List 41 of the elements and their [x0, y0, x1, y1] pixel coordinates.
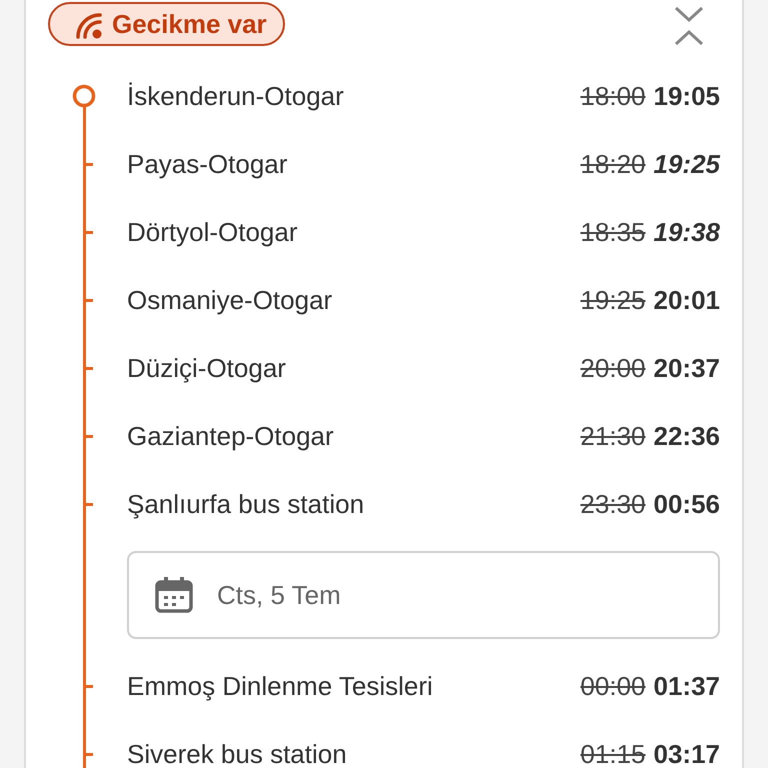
stop-tick — [83, 231, 93, 234]
scheduled-time: 19:25 — [580, 284, 646, 316]
stop-tick — [83, 435, 93, 438]
delay-badge: Gecikme var — [48, 2, 285, 46]
stop-tick — [83, 367, 93, 370]
actual-time: 19:05 — [654, 80, 720, 112]
estimated-time: 19:38 — [654, 216, 720, 248]
actual-time: 20:01 — [654, 284, 720, 316]
calendar-icon — [155, 577, 193, 613]
actual-time: 20:37 — [654, 352, 720, 384]
stop-name: Siverek bus station — [127, 738, 348, 768]
scheduled-time: 01:15 — [580, 738, 646, 768]
scheduled-time: 20:00 — [580, 352, 646, 384]
actual-time: 01:37 — [654, 670, 720, 702]
stop-tick — [83, 299, 93, 302]
actual-time: 22:36 — [654, 420, 720, 452]
scheduled-time: 18:00 — [580, 80, 646, 112]
stop-tick — [83, 685, 93, 688]
origin-marker-icon — [72, 84, 96, 108]
stop-name: Osmaniye-Otogar — [127, 284, 334, 316]
actual-time: 00:56 — [654, 488, 720, 520]
stop-name: Dörtyol-Otogar — [127, 216, 298, 248]
collapse-button[interactable] — [674, 6, 704, 46]
stop-tick — [83, 163, 93, 166]
stop-name: Gaziantep-Otogar — [127, 420, 335, 452]
stop-name: Düziçi-Otogar — [127, 352, 287, 384]
scheduled-time: 00:00 — [580, 670, 646, 702]
actual-time: 03:17 — [654, 738, 720, 768]
collapse-icon — [674, 6, 704, 46]
scheduled-time: 18:35 — [580, 216, 646, 248]
estimated-time: 19:25 — [654, 148, 720, 180]
stop-name: Payas-Otogar — [127, 148, 288, 180]
scheduled-time: 23:30 — [580, 488, 646, 520]
scheduled-time: 21:30 — [580, 420, 646, 452]
date-label: Cts, 5 Tem — [217, 578, 341, 612]
stop-name: İskenderun-Otogar — [127, 80, 345, 112]
stop-name: Şanlıurfa bus station — [127, 488, 366, 520]
scheduled-time: 18:20 — [580, 148, 646, 180]
stop-name: Emmoş Dinlenme Tesisleri — [127, 670, 434, 702]
stop-tick — [83, 753, 93, 756]
stop-tick — [83, 503, 93, 506]
